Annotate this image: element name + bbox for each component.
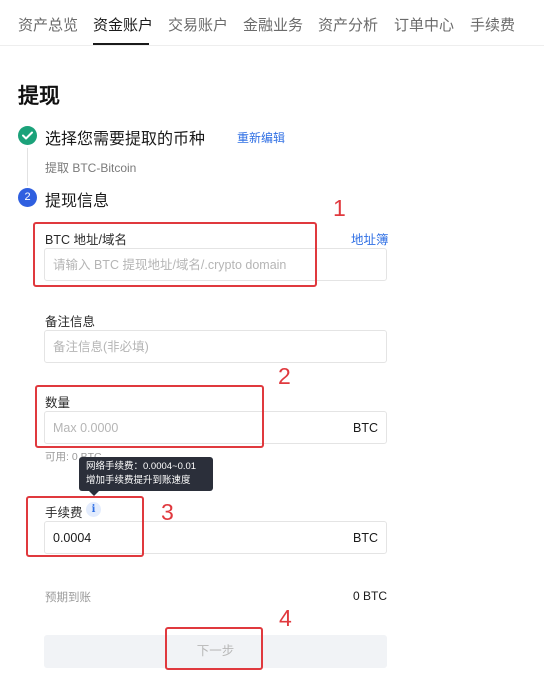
expected-arrival-label: 预期到账 [45,592,91,604]
address-book-link[interactable]: 地址簿 [351,229,389,248]
annotation-number-2: 2 [278,363,291,389]
page-title: 提现 [18,85,60,108]
fee-unit: BTC [353,531,378,545]
annotation-box-address [33,222,317,287]
check-circle-icon [18,126,37,145]
annotation-number-4: 4 [279,605,292,631]
tab-funding-account[interactable]: 资金账户 [93,14,153,35]
expected-arrival-value: 0 BTC [352,589,387,603]
tab-financial-services[interactable]: 金融业务 [243,14,303,35]
reedit-link[interactable]: 重新编辑 [237,129,285,146]
tooltip-line-range: 网络手续费：0.0004~0.01 [86,461,197,472]
annotation-box-next [165,627,263,670]
tab-trading-account[interactable]: 交易账户 [168,14,228,35]
step1-label: 选择您需要提取的币种 [45,131,206,148]
tab-asset-overview[interactable]: 资产总览 [18,14,78,35]
memo-label: 备注信息 [45,315,96,329]
fee-tooltip: 网络手续费：0.0004~0.01 增加手续费提升到账速度 [79,457,213,491]
annotation-box-amount [35,385,264,448]
memo-input-box [44,330,387,363]
tooltip-line-hint: 增加手续费提升到账速度 [86,475,191,486]
tab-fees[interactable]: 手续费 [470,14,515,35]
annotation-number-3: 3 [161,499,174,525]
step-number-icon: 2 [18,188,37,207]
memo-input[interactable] [53,331,343,362]
annotation-number-1: 1 [333,195,346,221]
step2-label: 提现信息 [45,193,110,210]
tab-asset-analysis[interactable]: 资产分析 [318,14,378,35]
tab-order-center[interactable]: 订单中心 [394,14,454,35]
active-tab-underline [93,43,149,45]
top-nav-tabs: 资产总览 资金账户 交易账户 金融业务 资产分析 订单中心 手续费 [0,0,544,46]
selected-coin-text: 提取 BTC-Bitcoin [45,161,137,175]
amount-unit: BTC [353,421,378,435]
step-connector-line [27,148,28,186]
annotation-box-fee [26,496,144,557]
